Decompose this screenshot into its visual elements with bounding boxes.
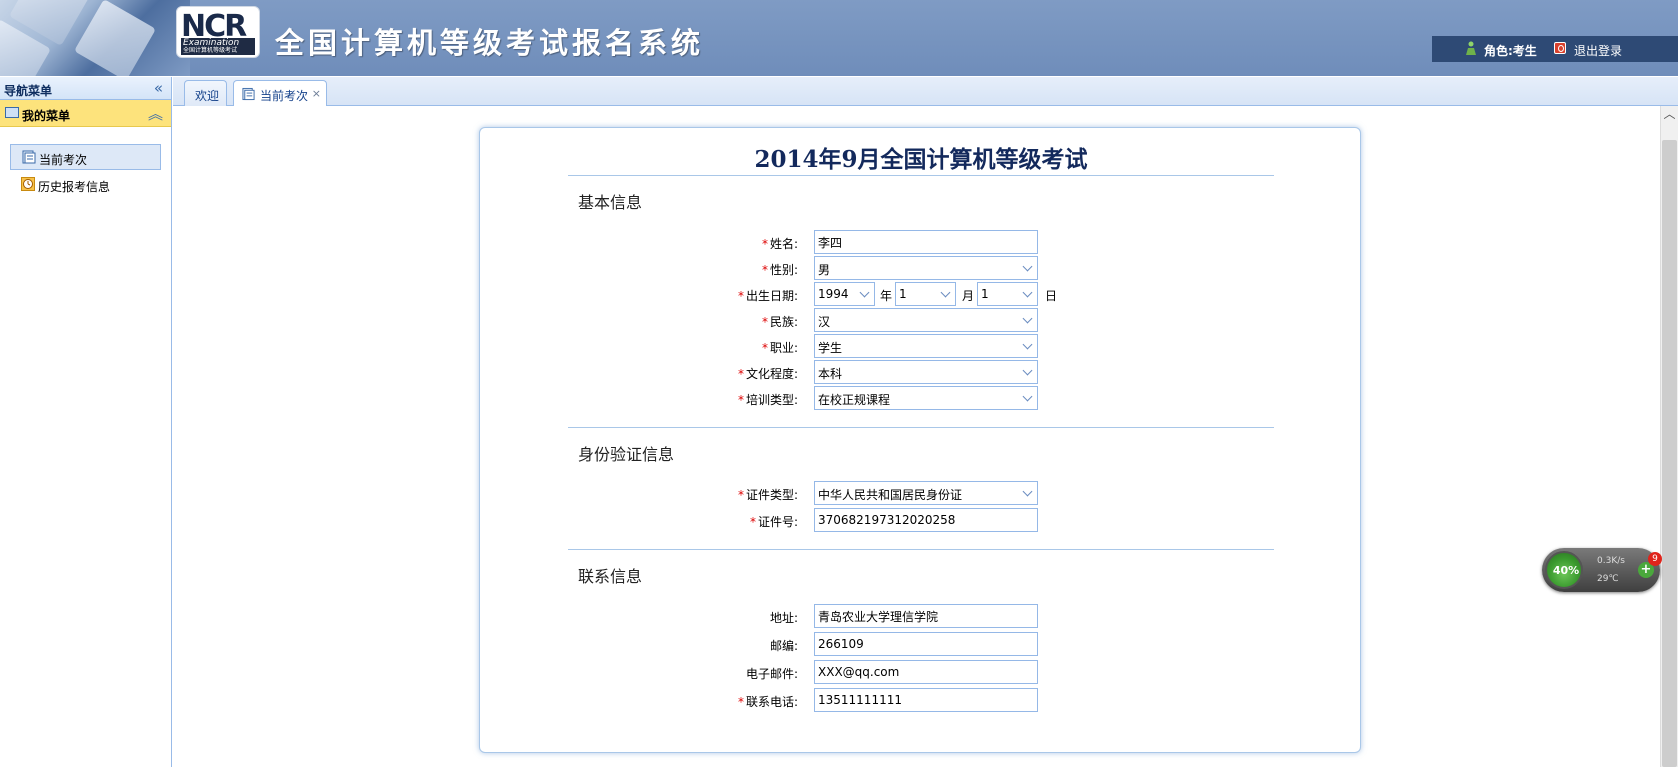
content-area: 2014年9月全国计算机等级考试 基本信息 *姓名: *性别: 男 *出生日期:… — [173, 106, 1678, 767]
id-number-label: 证件号: — [757, 515, 798, 529]
name-input[interactable] — [814, 230, 1038, 254]
app-title: 全国计算机等级考试报名系统 — [275, 26, 705, 60]
user-icon — [1466, 41, 1476, 55]
scroll-thumb[interactable] — [1662, 140, 1677, 767]
ncre-logo: NCR Examination 全国计算机等级考试 — [176, 6, 260, 58]
ethnicity-select[interactable]: 汉 — [814, 308, 1038, 332]
chevron-down-icon[interactable] — [1019, 309, 1037, 331]
nav-item-label: 当前考次 — [39, 153, 88, 167]
id-number-row: * 证件号: — [480, 508, 1362, 532]
registration-form: 2014年9月全国计算机等级考试 基本信息 *姓名: *性别: 男 *出生日期:… — [479, 127, 1361, 753]
email-input[interactable] — [814, 660, 1038, 684]
chevron-down-icon[interactable] — [1019, 387, 1037, 409]
collapse-up-icon[interactable]: ︽ — [148, 103, 163, 124]
role-label: 角色:考生 — [1484, 44, 1537, 58]
education-select[interactable]: 本科 — [814, 360, 1038, 384]
training-row: * 培训类型: 在校正规课程 — [480, 386, 1362, 410]
month-unit: 月 — [962, 289, 975, 303]
close-icon[interactable]: × — [312, 87, 321, 100]
nav-title: 导航菜单 — [4, 84, 53, 98]
system-monitor-widget[interactable]: 40% 0.3K/s 29℃ + 9 — [1542, 548, 1662, 592]
birth-year-select[interactable]: 1994 — [814, 282, 875, 306]
nav-item-current-exam[interactable]: 当前考次 — [10, 144, 161, 170]
menu-title: 我的菜单 — [22, 109, 71, 123]
address-row: 地址: — [480, 604, 1362, 628]
memory-gauge: 40% — [1545, 551, 1583, 589]
occupation-label: 职业: — [769, 341, 798, 355]
power-icon[interactable] — [1554, 42, 1566, 54]
phone-input[interactable] — [814, 688, 1038, 712]
postcode-row: 邮编: — [480, 632, 1362, 656]
temperature: 29℃ — [1597, 574, 1619, 584]
section-title-identity: 身份验证信息 — [578, 445, 675, 464]
occupation-row: * 职业: 学生 — [480, 334, 1362, 358]
email-row: 电子邮件: — [480, 660, 1362, 684]
tab-bar: 欢迎 当前考次 × — [173, 77, 1678, 107]
address-label: 地址: — [769, 611, 798, 625]
section-title-basic: 基本信息 — [578, 193, 643, 212]
phone-row: * 联系电话: — [480, 688, 1362, 712]
birth-month-select[interactable]: 1 — [895, 282, 956, 306]
phone-label: 联系电话: — [745, 695, 798, 709]
chevron-down-icon[interactable] — [937, 283, 955, 305]
document-icon — [242, 87, 255, 101]
birth-day-select[interactable]: 1 — [977, 282, 1038, 306]
id-type-label: 证件类型: — [745, 488, 798, 502]
clock-icon — [21, 177, 35, 191]
header-decoration — [0, 0, 190, 76]
day-unit: 日 — [1045, 289, 1058, 303]
training-select[interactable]: 在校正规课程 — [814, 386, 1038, 410]
id-type-row: * 证件类型: 中华人民共和国居民身份证 — [480, 481, 1362, 505]
menu-header[interactable]: 我的菜单 ︽ — [0, 100, 171, 127]
tab-welcome[interactable]: 欢迎 — [184, 80, 227, 106]
gender-row: * 性别: 男 — [480, 256, 1362, 280]
email-label: 电子邮件: — [745, 667, 798, 681]
chevron-down-icon[interactable] — [1019, 335, 1037, 357]
document-icon — [22, 150, 36, 164]
section-title-contact: 联系信息 — [578, 567, 643, 586]
vertical-scrollbar[interactable]: ︿ — [1660, 106, 1678, 767]
divider — [568, 427, 1274, 428]
occupation-select[interactable]: 学生 — [814, 334, 1038, 358]
name-label: 姓名: — [769, 237, 798, 251]
user-bar: 角色:考生 退出登录 — [1432, 36, 1678, 62]
education-row: * 文化程度: 本科 — [480, 360, 1362, 384]
training-label: 培训类型: — [745, 393, 798, 407]
divider — [568, 175, 1274, 176]
address-input[interactable] — [814, 604, 1038, 628]
postcode-label: 邮编: — [769, 639, 798, 653]
nav-header: 导航菜单 « — [0, 77, 171, 100]
tab-current-exam[interactable]: 当前考次 × — [233, 80, 327, 107]
ethnicity-row: * 民族: 汉 — [480, 308, 1362, 332]
nav-panel: 导航菜单 « 我的菜单 ︽ 当前考次 历史报考信息 — [0, 77, 172, 767]
name-row: * 姓名: — [480, 230, 1362, 254]
nav-item-label: 历史报考信息 — [38, 180, 111, 194]
collapse-left-icon[interactable]: « — [154, 79, 163, 97]
chevron-down-icon[interactable] — [1019, 257, 1037, 279]
gender-select[interactable]: 男 — [814, 256, 1038, 280]
logout-link[interactable]: 退出登录 — [1574, 42, 1622, 59]
ethnicity-label: 民族: — [769, 315, 798, 329]
monitor-icon — [5, 107, 19, 118]
birthdate-row: * 出生日期: 1994 年 1 月 1 日 — [480, 282, 1362, 306]
year-unit: 年 — [880, 289, 893, 303]
chevron-down-icon[interactable] — [1019, 361, 1037, 383]
id-type-select[interactable]: 中华人民共和国居民身份证 — [814, 481, 1038, 505]
chevron-down-icon[interactable] — [1019, 283, 1037, 305]
postcode-input[interactable] — [814, 632, 1038, 656]
gender-label: 性别: — [769, 263, 798, 277]
id-number-input[interactable] — [814, 508, 1038, 532]
education-label: 文化程度: — [745, 367, 798, 381]
network-speed: 0.3K/s — [1597, 556, 1625, 566]
chevron-down-icon[interactable] — [1019, 482, 1037, 504]
divider — [568, 549, 1274, 550]
chevron-down-icon[interactable] — [856, 283, 874, 305]
notification-badge: 9 — [1648, 552, 1662, 566]
birthdate-label: 出生日期: — [745, 289, 798, 303]
form-title: 2014年9月全国计算机等级考试 — [754, 146, 1088, 173]
scroll-up-icon[interactable]: ︿ — [1661, 106, 1678, 123]
nav-item-exam-history[interactable]: 历史报考信息 — [10, 172, 161, 198]
app-header: NCR Examination 全国计算机等级考试 全国计算机等级考试报名系统 … — [0, 0, 1678, 76]
